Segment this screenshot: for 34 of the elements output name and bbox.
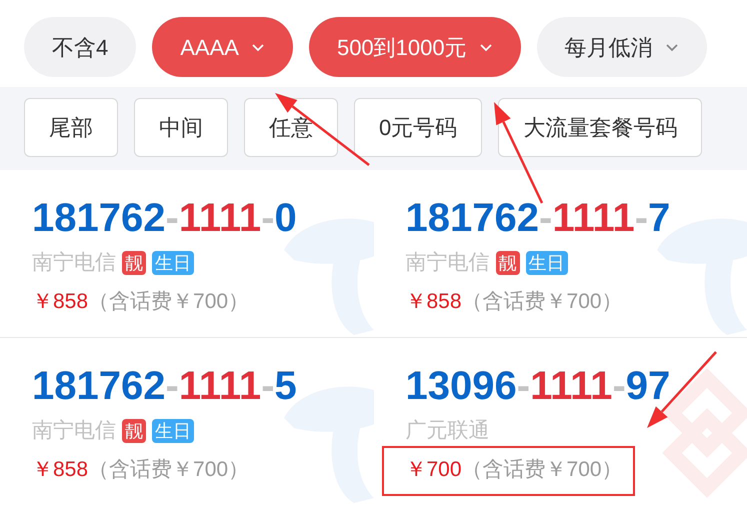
price-note: （含话费￥700） [462,457,623,483]
tag: 生日 [526,251,568,275]
position-option[interactable]: 任意 [244,98,338,157]
chevron-down-icon [250,42,265,52]
tag: 靓 [496,251,520,275]
filter-pill[interactable]: 每月低消 [536,17,707,77]
phone-number[interactable]: 181762-1111-7 [406,194,670,242]
price: ￥858 [406,289,462,315]
tag: 生日 [152,251,194,275]
filter-pill[interactable]: 不含4 [24,17,136,77]
carrier-label: 南宁电信 [32,418,116,444]
chevron-down-icon [664,42,679,52]
tag: 靓 [122,251,146,275]
price: ￥700 [406,457,462,483]
phone-number[interactable]: 181762-1111-0 [32,194,297,242]
phone-number[interactable]: 13096-1111-97 [406,362,670,410]
chevron-down-icon [478,42,493,52]
carrier-label: 广元联通 [406,418,490,444]
price: ￥858 [32,289,88,315]
price: ￥858 [32,457,88,483]
price-note: （含话费￥700） [462,289,623,315]
filter-pill[interactable]: 500到1000元 [308,17,521,77]
position-option[interactable]: 0元号码 [354,98,482,157]
position-option[interactable]: 中间 [134,98,228,157]
tag: 靓 [122,419,146,443]
price-note: （含话费￥700） [88,289,250,315]
position-option[interactable]: 尾部 [24,98,118,157]
phone-number[interactable]: 181762-1111-5 [32,362,297,410]
position-option[interactable]: 大流量套餐号码 [498,98,702,157]
filter-pill[interactable]: AAAA [152,17,293,77]
carrier-label: 南宁电信 [406,250,490,276]
carrier-label: 南宁电信 [32,250,116,276]
price-note: （含话费￥700） [88,457,250,483]
tag: 生日 [152,419,194,443]
